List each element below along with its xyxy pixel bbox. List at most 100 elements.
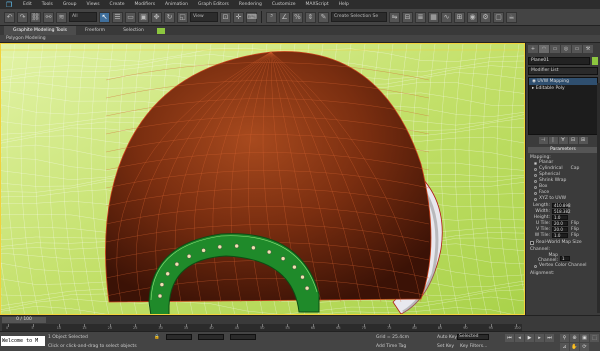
modify-tab-icon[interactable]: ◠ [539,45,549,53]
menu-maxscript[interactable]: MAXScript [301,2,334,7]
set-key-button[interactable]: Set Key [437,344,454,349]
motion-tab-icon[interactable]: ◎ [561,45,571,53]
object-name-field[interactable]: Plane01 [528,57,590,65]
hierarchy-tab-icon[interactable]: ▭ [550,45,560,53]
selected-set-dropdown[interactable]: Selected [457,334,489,340]
w-flip-checkbox[interactable]: Flip [571,233,579,238]
zoom-all-icon[interactable]: ⊕ [570,334,579,342]
mirror-icon[interactable]: ⇋ [389,11,400,23]
zoom-icon[interactable]: ⚲ [560,334,569,342]
mapping-option-xyz-to-uvw[interactable]: XYZ to UVW [534,196,600,202]
render-setup-icon[interactable]: ⚙ [480,11,491,23]
viewport-scene[interactable] [1,44,525,315]
w-tile-spinner[interactable]: W Tile: 1.0 Flip [530,233,596,238]
map-channel-spinner[interactable]: Map Channel: 1 [530,253,596,263]
orbit-icon[interactable]: ⟳ [580,343,589,351]
tab-freeform[interactable]: Freeform [76,26,114,35]
object-color-swatch[interactable] [592,57,598,65]
go-to-end-icon[interactable]: ⏭ [545,334,554,342]
stack-item-uvw-mapping[interactable]: ◉ UVW Mapping [529,78,597,85]
window-crossing-icon[interactable]: ▣ [138,11,149,23]
menu-create[interactable]: Create [105,2,130,7]
menu-edit[interactable]: Edit [18,2,37,7]
create-tab-icon[interactable]: + [528,45,538,53]
u-tile-spinner[interactable]: U Tile: 20.0 Flip [530,221,596,226]
y-coordinate-field[interactable] [198,334,224,340]
schematic-view-icon[interactable]: ⊞ [454,11,465,23]
previous-frame-icon[interactable]: ◂ [515,334,524,342]
angle-snap-icon[interactable]: ∠ [279,11,290,23]
unlink-icon[interactable]: ⚯ [43,11,54,23]
time-slider[interactable]: 0 / 100 [2,317,46,323]
tab-selection[interactable]: Selection [114,26,153,35]
align-icon[interactable]: ⊟ [402,11,413,23]
menu-animation[interactable]: Animation [160,2,193,7]
next-frame-icon[interactable]: ▸ [535,334,544,342]
modifier-list-dropdown[interactable]: Modifier List [528,67,598,75]
stack-item-editable-poly[interactable]: ▸ Editable Poly [529,85,597,92]
layer-manager-icon[interactable]: ≣ [415,11,426,23]
link-icon[interactable]: ⛓ [30,11,41,23]
select-manipulate-icon[interactable]: ✛ [233,11,244,23]
make-unique-icon[interactable]: ∀ [558,137,568,144]
ribbon-minimize-icon[interactable] [156,27,165,34]
maxscript-listener[interactable]: Welcome to M [1,336,45,346]
go-to-start-icon[interactable]: ⏮ [505,334,514,342]
select-by-name-icon[interactable]: ☰ [112,11,123,23]
percent-snap-icon[interactable]: % [292,11,303,23]
material-editor-icon[interactable]: ◉ [467,11,478,23]
add-time-tag-button[interactable]: Add Time Tag [376,344,406,349]
undo-icon[interactable]: ↶ [4,11,15,23]
play-icon[interactable]: ▶ [525,334,534,342]
v-tile-spinner[interactable]: V Tile: 20.0 Flip [530,227,596,232]
rendered-frame-icon[interactable]: ▢ [493,11,504,23]
width-spinner[interactable]: Width: 518.382 [530,209,596,214]
perspective-viewport[interactable] [0,43,525,315]
field-of-view-icon[interactable]: ⊿ [560,343,569,351]
select-move-icon[interactable]: ✥ [151,11,162,23]
snap-toggle-icon[interactable]: ³ [266,11,277,23]
zoom-extents-icon[interactable]: ▣ [580,334,589,342]
pan-view-icon[interactable]: ✋ [570,343,579,351]
length-spinner[interactable]: Length: 410.898 [530,203,596,208]
edit-named-selection-icon[interactable]: ✎ [318,11,329,23]
render-production-icon[interactable]: ☕ [506,11,517,23]
real-world-map-size-checkbox[interactable]: Real-World Map Size [530,240,596,245]
rectangular-selection-icon[interactable]: ▭ [125,11,136,23]
menu-rendering[interactable]: Rendering [234,2,267,7]
menu-help[interactable]: Help [334,2,354,7]
redo-icon[interactable]: ↷ [17,11,28,23]
select-scale-icon[interactable]: ◱ [177,11,188,23]
graphite-toggle-icon[interactable]: ▦ [428,11,439,23]
track-bar[interactable]: 0 5 10 15 20 25 30 35 40 45 50 55 60 65 70 75 80 85 90 95 10… [2,324,522,331]
height-spinner[interactable]: Height: 1.0 [530,215,596,220]
menu-modifiers[interactable]: Modifiers [130,2,161,7]
tab-graphite-modeling-tools[interactable]: Graphite Modeling Tools [4,26,77,35]
select-rotate-icon[interactable]: ↻ [164,11,175,23]
pivot-center-icon[interactable]: ⊡ [220,11,231,23]
select-object-icon[interactable]: ↖ [99,11,110,23]
remove-modifier-icon[interactable]: ⊟ [568,137,578,144]
vertex-color-channel-radio[interactable]: Vertex Color Channel [534,263,600,269]
pin-stack-icon[interactable]: ⊣ [538,137,548,144]
menu-customize[interactable]: Customize [267,2,301,7]
menu-tools[interactable]: Tools [37,2,58,7]
menu-group[interactable]: Group [58,2,82,7]
cap-checkbox[interactable]: Cap [571,166,580,172]
maximize-viewport-icon[interactable]: ⬚ [590,334,599,342]
z-coordinate-field[interactable] [230,334,256,340]
reference-coordinate-dropdown[interactable]: View [190,12,218,22]
bind-space-warp-icon[interactable]: ≋ [56,11,67,23]
display-tab-icon[interactable]: ▭ [572,45,582,53]
x-coordinate-field[interactable] [166,334,192,340]
v-flip-checkbox[interactable]: Flip [571,227,579,232]
auto-key-button[interactable]: Auto Key [437,335,457,340]
utilities-tab-icon[interactable]: ⚒ [583,45,593,53]
key-filters-button[interactable]: Key Filters... [460,344,487,349]
ribbon-panel-polygon-modeling[interactable]: Polygon Modeling [0,35,600,43]
lock-icon[interactable]: 🔒 [154,335,160,340]
keyboard-shortcut-icon[interactable]: ⌨ [246,11,257,23]
spinner-snap-icon[interactable]: ⇕ [305,11,316,23]
menu-views[interactable]: Views [82,2,105,7]
parameters-rollout[interactable]: Parameters [528,147,598,153]
